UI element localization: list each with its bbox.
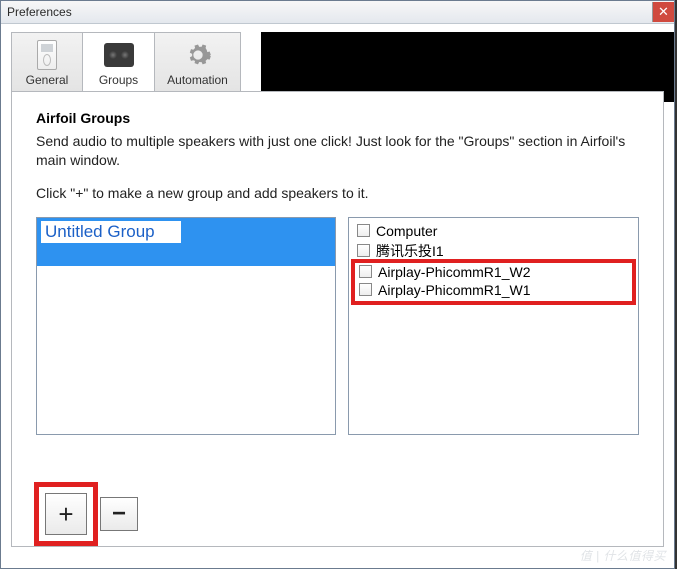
speaker-label: 腾讯乐投I1	[376, 241, 444, 261]
panel-description: Send audio to multiple speakers with jus…	[36, 132, 639, 170]
titlebar: Preferences ✕	[1, 1, 674, 24]
group-row[interactable]	[37, 218, 335, 266]
tab-general-label: General	[26, 73, 69, 87]
highlight-box-speakers: Airplay-PhicommR1_W2 Airplay-PhicommR1_W…	[351, 259, 636, 305]
speaker-label: Airplay-PhicommR1_W2	[378, 264, 530, 280]
tab-automation-label: Automation	[167, 73, 228, 87]
highlight-box-add: +	[34, 482, 98, 546]
checkbox-icon[interactable]	[359, 265, 372, 278]
checkbox-icon[interactable]	[359, 283, 372, 296]
tab-general[interactable]: General	[11, 32, 83, 92]
speakers-listbox[interactable]: Computer 腾讯乐投I1 Airplay-PhicommR1_W2	[348, 217, 639, 435]
gear-icon	[184, 41, 212, 69]
tab-groups-label: Groups	[99, 73, 138, 87]
checkbox-icon[interactable]	[357, 244, 370, 257]
tab-groups[interactable]: Groups	[83, 32, 155, 92]
speaker-icon	[104, 43, 134, 67]
checkbox-icon[interactable]	[357, 224, 370, 237]
minus-icon: −	[112, 500, 126, 528]
content-area: General Groups Automation Airfoil Groups…	[1, 24, 674, 568]
add-group-button[interactable]: +	[45, 493, 87, 535]
columns: Computer 腾讯乐投I1 Airplay-PhicommR1_W2	[36, 217, 639, 435]
window-title: Preferences	[7, 5, 72, 19]
preferences-window: Preferences ✕ General Groups Automat	[0, 0, 675, 569]
plus-icon: +	[58, 499, 73, 530]
tab-automation[interactable]: Automation	[155, 32, 241, 92]
group-name-input[interactable]	[41, 221, 181, 243]
watermark: 值 | 什么值得买	[580, 547, 666, 564]
speaker-row[interactable]: Airplay-PhicommR1_W1	[359, 281, 628, 299]
window-close-button[interactable]: ✕	[652, 2, 674, 22]
panel-hint: Click "+" to make a new group and add sp…	[36, 184, 639, 203]
groups-listbox[interactable]	[36, 217, 336, 435]
remove-group-button[interactable]: −	[100, 497, 138, 531]
speaker-label: Computer	[376, 223, 437, 239]
tabstrip: General Groups Automation	[11, 32, 664, 92]
speaker-row[interactable]: Airplay-PhicommR1_W2	[359, 263, 628, 281]
add-remove-bar: + −	[34, 482, 138, 546]
close-icon: ✕	[658, 4, 669, 20]
panel-heading: Airfoil Groups	[36, 110, 639, 126]
speaker-label: Airplay-PhicommR1_W1	[378, 282, 530, 298]
ipod-icon	[37, 40, 57, 70]
speaker-row[interactable]: Computer	[357, 222, 630, 240]
groups-panel: Airfoil Groups Send audio to multiple sp…	[11, 91, 664, 547]
